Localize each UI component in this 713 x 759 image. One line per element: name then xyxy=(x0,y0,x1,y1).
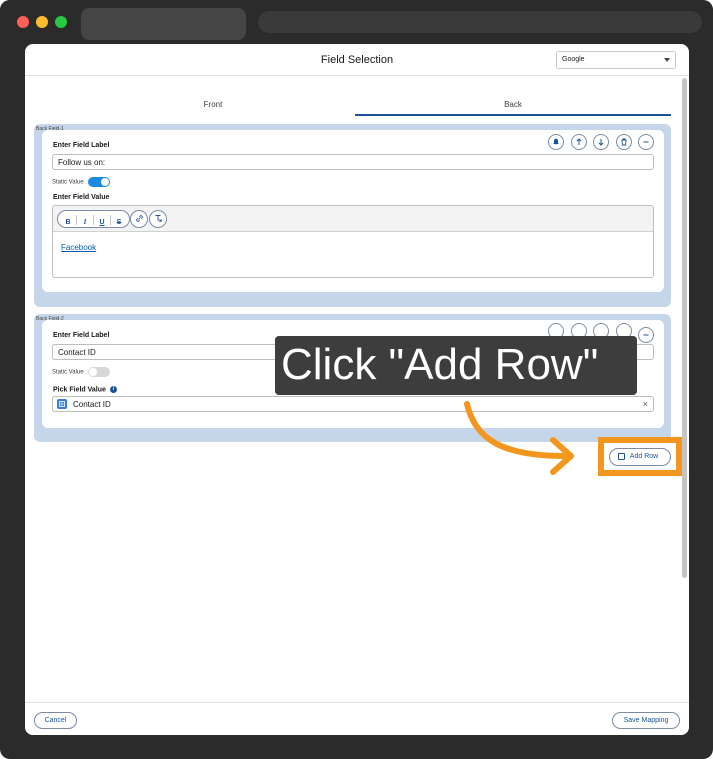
arrow-down-icon[interactable] xyxy=(593,134,610,150)
add-row-label: Add Row xyxy=(629,453,659,460)
modal-header: Field Selection Google xyxy=(25,44,689,76)
field-label-heading: Enter Field Label xyxy=(53,332,110,339)
bold-button[interactable]: B xyxy=(60,215,76,231)
window-titlebar xyxy=(0,0,713,44)
instruction-text: Click "Add Row" xyxy=(281,340,599,389)
arrow-up-icon[interactable] xyxy=(570,134,587,150)
italic-button[interactable]: I xyxy=(77,214,93,230)
clear-format-icon[interactable] xyxy=(149,210,167,228)
rich-text-editor: BIUS Facebook xyxy=(52,205,654,278)
address-bar[interactable] xyxy=(258,11,702,33)
pick-field-heading: Pick Field Value i xyxy=(53,386,117,393)
add-row-button[interactable]: Add Row xyxy=(609,448,671,466)
field-actions xyxy=(546,133,654,150)
field-card-body: Enter Field Label Follow us on: Static V… xyxy=(42,130,664,292)
static-value-row: Static Value xyxy=(52,177,111,187)
tab-front[interactable]: Front xyxy=(55,98,371,116)
pick-field-heading-text: Pick Field Value xyxy=(53,386,106,394)
clear-icon[interactable]: × xyxy=(643,399,648,409)
strikethrough-button[interactable]: S xyxy=(111,215,127,231)
collapse-icon[interactable] xyxy=(638,327,654,343)
static-value-label: Static Value xyxy=(52,179,84,186)
browser-tab[interactable] xyxy=(81,8,246,40)
format-button-group: BIUS xyxy=(57,210,130,228)
tab-back[interactable]: Back xyxy=(355,98,671,116)
static-value-label: Static Value xyxy=(52,369,84,376)
add-row-icon xyxy=(618,453,625,460)
modal-footer: Cancel Save Mapping xyxy=(25,702,689,735)
bell-icon[interactable] xyxy=(548,134,565,150)
editor-toolbar: BIUS xyxy=(53,206,653,232)
maximize-window-icon[interactable] xyxy=(55,16,67,28)
static-value-row: Static Value xyxy=(52,367,111,377)
pick-field-value: Contact ID xyxy=(73,400,111,409)
collapse-icon[interactable] xyxy=(638,134,654,150)
static-value-toggle[interactable] xyxy=(88,367,111,377)
side-tabs: Front Back xyxy=(55,98,671,116)
field-label-heading: Enter Field Label xyxy=(53,142,110,149)
cancel-button[interactable]: Cancel xyxy=(34,712,77,729)
chevron-down-icon xyxy=(664,58,670,62)
field-card-1: Back Field-1 Enter Field Label Follow us… xyxy=(34,124,671,307)
account-select-value: Google xyxy=(562,56,585,63)
facebook-link[interactable]: Facebook xyxy=(61,243,96,252)
instruction-banner: Click "Add Row" xyxy=(275,336,637,395)
field-type-icon xyxy=(57,399,67,409)
browser-window: Field Selection Google Front Back Back F… xyxy=(0,0,713,759)
underline-button[interactable]: U xyxy=(94,215,110,231)
field-label-input[interactable]: Follow us on: xyxy=(52,154,654,170)
link-icon[interactable] xyxy=(130,210,148,228)
pointer-arrow-icon xyxy=(464,401,574,475)
save-mapping-button[interactable]: Save Mapping xyxy=(612,712,680,729)
static-value-toggle[interactable] xyxy=(88,177,111,187)
minimize-window-icon[interactable] xyxy=(36,16,48,28)
field-value-heading: Enter Field Value xyxy=(53,194,110,201)
close-window-icon[interactable] xyxy=(17,16,29,28)
scrollbar-thumb[interactable] xyxy=(682,78,687,578)
trash-icon[interactable] xyxy=(615,134,632,150)
account-select[interactable]: Google xyxy=(556,51,676,69)
info-icon[interactable]: i xyxy=(109,386,117,393)
